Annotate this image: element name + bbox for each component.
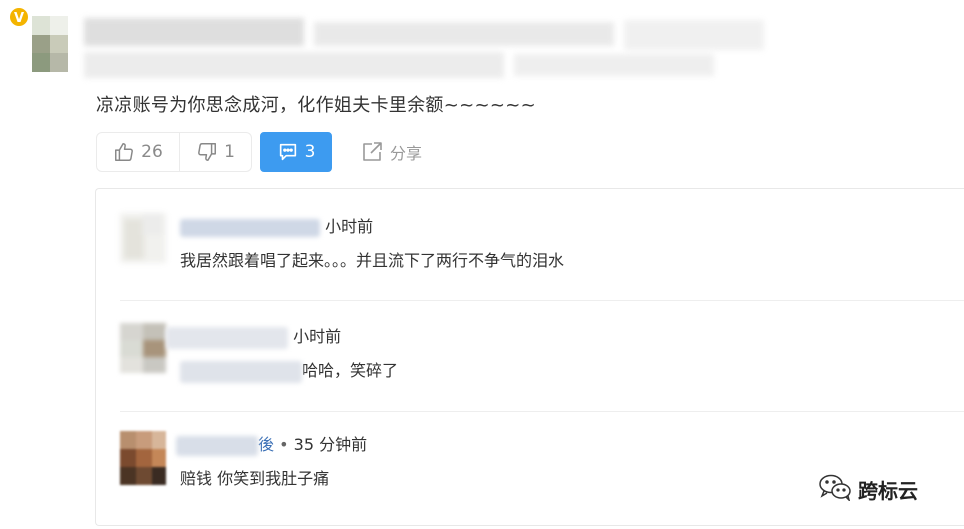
reply-meta: 小时前 bbox=[166, 323, 341, 349]
username-blurred bbox=[84, 18, 764, 80]
post-text: 凉凉账号为你思念成河，化作姐夫卡里余额~~~~~~ bbox=[96, 95, 536, 116]
divider bbox=[120, 411, 964, 412]
comment-count: 3 bbox=[304, 142, 316, 162]
reply-time: 35 分钟前 bbox=[293, 435, 368, 454]
share-button[interactable]: 分享 bbox=[356, 132, 426, 172]
reply-text: 我居然跟着唱了起来。。。并且流下了两行不争气的泪水 bbox=[180, 251, 565, 270]
reply-username[interactable] bbox=[180, 218, 320, 237]
divider bbox=[120, 300, 964, 301]
verified-badge-icon: V bbox=[8, 6, 30, 28]
wechat-icon bbox=[818, 473, 852, 506]
reply-username[interactable] bbox=[176, 435, 258, 456]
reply-username-tail[interactable]: 後 bbox=[258, 435, 274, 454]
meta-separator: • bbox=[279, 435, 289, 454]
dislike-count: 1 bbox=[224, 142, 235, 162]
watermark: 跨标云 bbox=[818, 473, 918, 506]
watermark-text: 跨标云 bbox=[858, 479, 918, 503]
thumbs-up-icon bbox=[113, 141, 135, 163]
like-button[interactable]: 26 bbox=[96, 132, 180, 172]
like-count: 26 bbox=[141, 142, 163, 162]
reply-body: 哈哈，笑碎了 bbox=[180, 357, 398, 383]
reply-avatar[interactable] bbox=[120, 213, 166, 263]
reply-meta: 小时前 bbox=[180, 213, 373, 237]
reply-time: 小时前 bbox=[293, 327, 342, 346]
reply-meta: 後 • 35 分钟前 bbox=[176, 431, 367, 456]
share-label: 分享 bbox=[389, 144, 422, 163]
reply-text: 赔钱 你笑到我肚子痛 bbox=[180, 469, 330, 488]
mentioned-user[interactable] bbox=[180, 360, 302, 383]
action-bar: 26 1 3 分享 bbox=[96, 132, 426, 172]
reply-avatar[interactable] bbox=[120, 323, 166, 373]
share-icon bbox=[360, 140, 384, 164]
avatar-image bbox=[32, 16, 68, 72]
reply-username[interactable] bbox=[166, 326, 288, 349]
dislike-button[interactable]: 1 bbox=[180, 132, 252, 172]
reply-text: 哈哈，笑碎了 bbox=[302, 361, 399, 380]
post-avatar[interactable] bbox=[32, 16, 68, 72]
comment-button[interactable]: 3 bbox=[260, 132, 332, 172]
thumbs-down-icon bbox=[196, 141, 218, 163]
reply-avatar[interactable] bbox=[120, 431, 166, 485]
reply-time: 小时前 bbox=[325, 217, 374, 236]
comment-icon bbox=[277, 141, 299, 163]
